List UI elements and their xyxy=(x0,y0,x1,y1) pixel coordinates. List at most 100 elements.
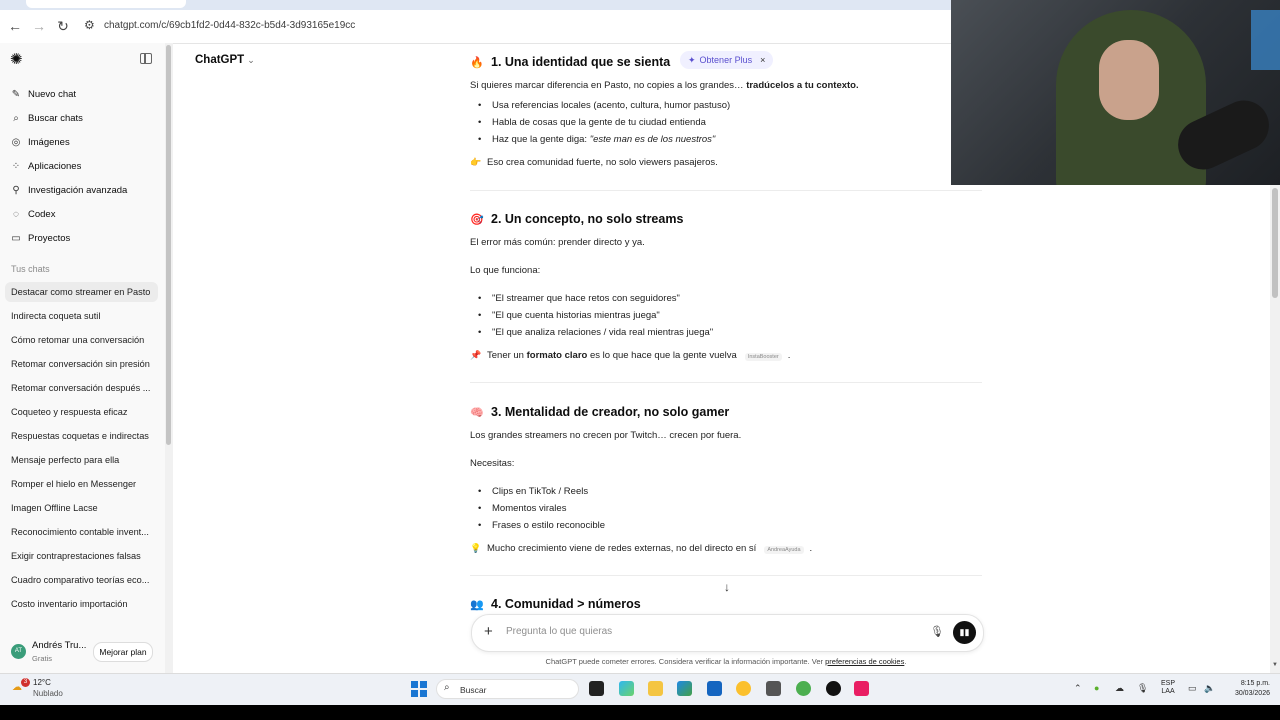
chrome-active-icon[interactable] xyxy=(796,681,811,696)
sidebar-item-codex[interactable]: ◌ Codex xyxy=(10,204,55,224)
chat-item[interactable]: Costo inventario importación xyxy=(5,594,158,614)
paragraph: Si quieres marcar diferencia en Pasto, n… xyxy=(470,80,859,91)
sidebar-item-projects[interactable]: ▭ Proyectos xyxy=(10,228,70,248)
chat-item[interactable]: Romper el hielo en Messenger xyxy=(5,474,158,494)
tray-app-icon[interactable]: ● xyxy=(1094,683,1099,693)
taskbar-search[interactable]: ⌕ Buscar xyxy=(436,679,579,699)
cookie-preferences-link[interactable]: preferencias de cookies xyxy=(825,657,904,666)
composer[interactable]: + Pregunta lo que quieras 🎙 ▮▮ xyxy=(471,614,984,652)
sidebar-item-research[interactable]: ⚲ Investigación avanzada xyxy=(10,180,127,200)
sidebar-item-apps[interactable]: ⁘ Aplicaciones xyxy=(10,156,82,176)
file-explorer-icon[interactable] xyxy=(648,681,663,696)
disclaimer: ChatGPT puede cometer errores. Considera… xyxy=(545,657,907,666)
sparkle-icon: ✦ xyxy=(688,55,696,65)
network-icon[interactable]: ▭ xyxy=(1188,683,1197,694)
webcam-overlay xyxy=(951,0,1280,185)
system-clock[interactable]: 8:15 p.m. 30/03/2026 xyxy=(1226,679,1270,699)
list-item: Frases o estilo reconocible xyxy=(478,520,605,531)
scroll-down-icon[interactable]: ↓ xyxy=(718,578,736,596)
list-item: Habla de cosas que la gente de tu ciudad… xyxy=(478,117,706,128)
voice-mode-icon[interactable]: ▮▮ xyxy=(953,621,976,644)
source-tag[interactable]: AndreaAyuda xyxy=(764,546,804,554)
note: 📌 Tener un formato claro es lo que hace q… xyxy=(470,350,791,361)
folder-icon: ▭ xyxy=(11,232,21,244)
sidebar-item-images[interactable]: ◎ Imágenes xyxy=(10,132,70,152)
prompt-input[interactable]: Pregunta lo que quieras xyxy=(506,626,612,637)
url-field[interactable]: chatgpt.com/c/69cb1fd2-0d44-832c-b5d4-3d… xyxy=(104,20,355,31)
list-item: Usa referencias locales (acento, cultura… xyxy=(478,100,730,111)
cloud-icon[interactable]: ☁ xyxy=(1115,683,1124,694)
chat-item[interactable]: Coqueteo y respuesta eficaz xyxy=(5,402,158,422)
chrome-icon[interactable] xyxy=(736,681,751,696)
edit-icon: ✎ xyxy=(11,88,21,100)
section-3-heading: 🧠 3. Mentalidad de creador, no solo gamer xyxy=(470,405,730,419)
chat-item[interactable]: Retomar conversación después ... xyxy=(5,378,158,398)
microphone-icon[interactable]: 🎙 xyxy=(930,625,944,638)
paragraph: Lo que funciona: xyxy=(470,265,541,276)
list-item: Clips en TikTok / Reels xyxy=(478,486,588,497)
sidebar-item-new-chat[interactable]: ✎ Nuevo chat xyxy=(10,84,76,104)
sidebar-scrollbar[interactable] xyxy=(165,43,173,673)
brain-icon: 🧠 xyxy=(470,407,484,419)
section-4-heading: 👥 4. Comunidad > números xyxy=(470,597,641,611)
note: 👉 Eso crea comunidad fuerte, no solo view… xyxy=(470,157,718,168)
add-attachment-icon[interactable]: + xyxy=(484,623,493,640)
taskbar xyxy=(0,673,1280,706)
chats-section-label: Tus chats xyxy=(11,264,50,274)
divider xyxy=(470,190,982,191)
main-scrollbar[interactable]: ▲▼ xyxy=(1270,181,1280,673)
sidebar-item-search[interactable]: ⌕ Buscar chats xyxy=(10,108,83,128)
codex-icon: ◌ xyxy=(13,208,19,220)
chat-item[interactable]: Mensaje perfecto para ella xyxy=(5,450,158,470)
paragraph: Necesitas: xyxy=(470,458,515,469)
chat-item[interactable]: Imagen Offline Lacse xyxy=(5,498,158,518)
target-icon: 🎯 xyxy=(470,214,484,226)
chat-item[interactable]: Exigir contraprestaciones falsas xyxy=(5,546,158,566)
chat-item[interactable]: Reconocimiento contable invent... xyxy=(5,522,158,542)
copilot-icon[interactable] xyxy=(619,681,634,696)
fire-icon: 🔥 xyxy=(470,57,484,69)
edge-icon[interactable] xyxy=(677,681,692,696)
divider xyxy=(470,575,982,576)
openai-logo-icon[interactable]: ✺ xyxy=(10,52,26,68)
chat-item[interactable]: Respuestas coquetas e indirectas xyxy=(5,426,158,446)
paragraph: El error más común: prender directo y ya… xyxy=(470,237,645,248)
back-icon[interactable]: ← xyxy=(7,18,23,34)
lightbulb-icon: 💡 xyxy=(470,543,482,553)
get-plus-button[interactable]: ✦ Obtener Plus × xyxy=(680,51,774,69)
chat-item[interactable]: Cuadro comparativo teorías eco... xyxy=(5,570,158,590)
paragraph: Los grandes streamers no crecen por Twit… xyxy=(470,430,742,441)
list-item: "El streamer que hace retos con seguidor… xyxy=(478,293,680,304)
language-indicator[interactable]: ESP LAA xyxy=(1161,680,1175,696)
divider xyxy=(470,382,982,383)
pointing-hand-icon: 👉 xyxy=(470,157,482,167)
source-tag[interactable]: InstaBooster xyxy=(744,353,782,361)
chat-item[interactable]: Cómo retomar una conversación xyxy=(5,330,158,350)
site-info-icon[interactable]: ⚙ xyxy=(84,18,95,32)
search-icon: ⌕ xyxy=(444,682,450,693)
image-icon: ◎ xyxy=(11,136,21,148)
screen-bottom-edge xyxy=(0,705,1280,720)
volume-icon[interactable]: 🔈 xyxy=(1204,683,1215,694)
forward-icon[interactable]: → xyxy=(31,18,47,34)
list-item: "El que cuenta historias mientras juega" xyxy=(478,310,660,321)
settings-icon[interactable] xyxy=(766,681,781,696)
active-tab[interactable] xyxy=(26,0,186,8)
chevron-up-icon[interactable]: ⌃ xyxy=(1074,683,1082,694)
model-selector[interactable]: ChatGPT ⌄ xyxy=(195,54,255,66)
section-1-heading: 🔥 1. Una identidad que se sienta xyxy=(470,55,671,69)
tiktok-icon[interactable] xyxy=(854,681,869,696)
chat-item[interactable]: Retomar conversación sin presión xyxy=(5,354,158,374)
windows-start-icon[interactable] xyxy=(411,681,427,697)
task-view-icon[interactable] xyxy=(589,681,604,696)
toggle-sidebar-icon[interactable] xyxy=(140,53,152,64)
section-2-heading: 🎯 2. Un concepto, no solo streams xyxy=(470,212,684,226)
close-icon[interactable]: × xyxy=(760,51,765,69)
microphone-tray-icon[interactable]: 🎙 xyxy=(1137,683,1148,694)
chatgpt-app-icon[interactable] xyxy=(826,681,841,696)
reload-icon[interactable]: ↻ xyxy=(55,18,71,34)
list-item: "El que analiza relaciones / vida real m… xyxy=(478,327,713,338)
chat-item[interactable]: Destacar como streamer en Pasto xyxy=(5,282,158,302)
store-icon[interactable] xyxy=(707,681,722,696)
chat-item[interactable]: Indirecta coqueta sutil xyxy=(5,306,158,326)
